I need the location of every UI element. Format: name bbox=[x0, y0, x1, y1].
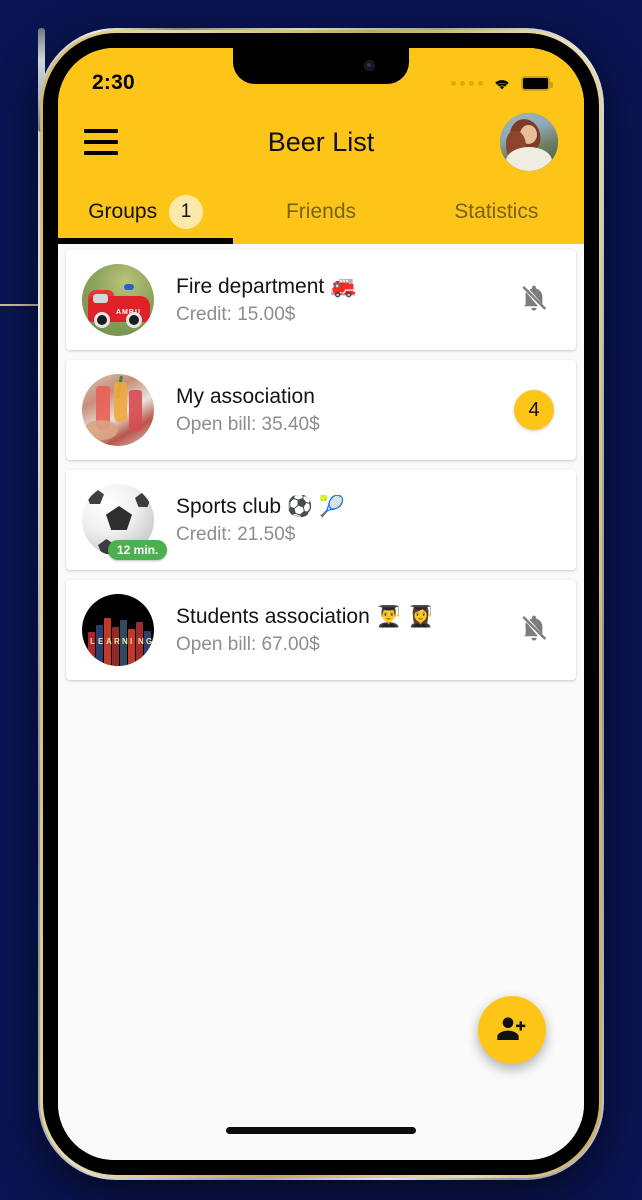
group-avatar-books: LEARNING bbox=[82, 594, 154, 666]
app-header: 2:30 Beer List Groups 1 Friends Statisti… bbox=[58, 48, 584, 244]
group-subtitle: Credit: 15.00$ bbox=[176, 303, 296, 325]
status-bar: 2:30 bbox=[58, 48, 584, 104]
groups-list: AMBU Fire department 🚒 Credit: 15.00$ bbox=[58, 244, 584, 680]
group-subtitle: Credit: 21.50$ bbox=[176, 523, 296, 545]
group-title: Sports club ⚽ 🎾 bbox=[176, 494, 346, 518]
status-time: 2:30 bbox=[92, 71, 135, 94]
list-item-text: Students association 👨‍🎓 👩‍🎓 Open bill: … bbox=[176, 605, 500, 656]
list-item-text: Fire department 🚒 Credit: 15.00$ bbox=[176, 275, 500, 326]
book-spine-letter: E bbox=[98, 637, 104, 646]
group-avatar-fire-truck: AMBU bbox=[82, 264, 154, 336]
add-group-button[interactable] bbox=[478, 996, 546, 1064]
content-area: AMBU Fire department 🚒 Credit: 15.00$ bbox=[58, 244, 584, 1160]
group-title: My association bbox=[176, 384, 315, 408]
book-spine-letter: G bbox=[146, 637, 153, 646]
status-indicators bbox=[451, 75, 553, 91]
book-spine bbox=[128, 629, 135, 666]
book-spine bbox=[112, 627, 119, 666]
list-item-text: Sports club ⚽ 🎾 Credit: 21.50$ bbox=[176, 495, 500, 546]
tab-statistics[interactable]: Statistics bbox=[409, 180, 584, 244]
battery-icon bbox=[521, 75, 553, 91]
bell-off-icon[interactable] bbox=[519, 283, 549, 318]
avatar[interactable] bbox=[500, 113, 558, 171]
group-title: Fire department 🚒 bbox=[176, 274, 357, 298]
screenshot-root: 2:30 Beer List Groups 1 Friends Statisti… bbox=[0, 0, 642, 1200]
list-item[interactable]: 12 min. Sports club ⚽ 🎾 Credit: 21.50$ bbox=[66, 470, 576, 570]
group-title: Students association 👨‍🎓 👩‍🎓 bbox=[176, 604, 434, 628]
group-subtitle: Open bill: 35.40$ bbox=[176, 413, 320, 435]
home-indicator bbox=[226, 1127, 416, 1134]
group-avatar-cocktails bbox=[82, 374, 154, 446]
group-subtitle: Open bill: 67.00$ bbox=[176, 633, 320, 655]
list-item[interactable]: AMBU Fire department 🚒 Credit: 15.00$ bbox=[66, 250, 576, 350]
tab-groups-badge: 1 bbox=[169, 195, 204, 229]
tab-bar: Groups 1 Friends Statistics bbox=[58, 180, 584, 244]
book-spine-letter: N bbox=[138, 637, 144, 646]
tab-groups[interactable]: Groups 1 bbox=[58, 180, 234, 244]
list-item-trailing bbox=[512, 613, 556, 648]
book-spine-letter: A bbox=[106, 637, 112, 646]
tab-groups-label: Groups bbox=[88, 200, 158, 223]
app-bar: Beer List bbox=[58, 104, 584, 180]
book-spine-letter: L bbox=[90, 637, 95, 646]
signal-dots-icon bbox=[451, 80, 483, 86]
person-add-icon bbox=[496, 1012, 528, 1049]
list-item-trailing bbox=[512, 283, 556, 318]
book-spine-letter: I bbox=[130, 637, 133, 646]
wifi-icon bbox=[492, 76, 512, 91]
list-item-text: My association Open bill: 35.40$ bbox=[176, 385, 500, 436]
tab-statistics-label: Statistics bbox=[454, 200, 539, 223]
front-camera-icon bbox=[364, 60, 375, 71]
list-item-trailing: 4 bbox=[512, 390, 556, 430]
phone-frame: 2:30 Beer List Groups 1 Friends Statisti… bbox=[38, 28, 604, 1180]
unread-count-badge: 4 bbox=[514, 390, 554, 430]
book-spine-letter: N bbox=[122, 637, 128, 646]
group-avatar-soccer-ball: 12 min. bbox=[82, 484, 168, 560]
list-item[interactable]: LEARNING Students association 👨‍🎓 👩‍🎓 Op… bbox=[66, 580, 576, 680]
tab-friends-label: Friends bbox=[285, 200, 356, 223]
hamburger-menu-icon[interactable] bbox=[84, 129, 118, 155]
time-remaining-badge: 12 min. bbox=[108, 540, 168, 560]
bell-off-icon[interactable] bbox=[519, 613, 549, 648]
list-item[interactable]: My association Open bill: 35.40$ 4 bbox=[66, 360, 576, 460]
device-notch bbox=[233, 48, 409, 84]
phone-screen: 2:30 Beer List Groups 1 Friends Statisti… bbox=[58, 48, 584, 1160]
tab-friends[interactable]: Friends bbox=[233, 180, 408, 244]
book-spine-letter: R bbox=[114, 637, 120, 646]
